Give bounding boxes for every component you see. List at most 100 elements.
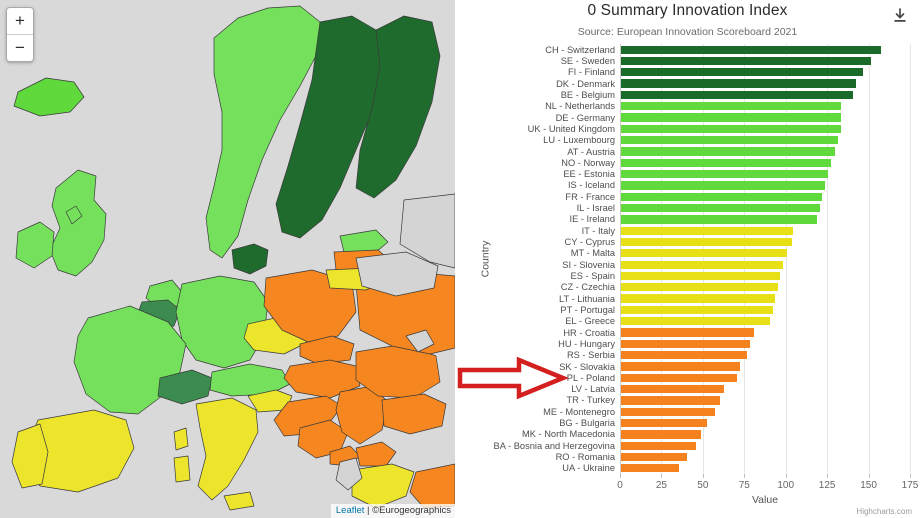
x-tick-label: 75: [738, 480, 750, 491]
bar[interactable]: [621, 384, 724, 394]
category-label: BA - Bosnia and Herzegovina: [493, 440, 615, 451]
x-tick-label: 125: [818, 480, 836, 491]
bar[interactable]: [621, 113, 842, 122]
bar[interactable]: [621, 249, 787, 258]
bar[interactable]: [621, 430, 701, 439]
category-label: RS - Serbia: [566, 350, 615, 361]
x-axis-title: Value: [751, 494, 779, 506]
x-axis-tick: [868, 474, 870, 478]
bar[interactable]: [621, 294, 776, 303]
category-label: CY - Cyprus: [564, 237, 615, 248]
category-label: MT - Malta: [570, 248, 615, 259]
bar[interactable]: [621, 147, 835, 156]
attribution-separator: |: [364, 505, 373, 516]
category-label: MK - North Macedonia: [521, 429, 615, 440]
category-label: LT - Lithuania: [559, 293, 615, 304]
download-icon: [894, 8, 906, 22]
map-panel[interactable]: + − Leaflet | ©Eurogeographics: [0, 0, 455, 518]
map-zoom-control[interactable]: + −: [6, 7, 34, 62]
bar[interactable]: [621, 464, 679, 473]
bar[interactable]: [621, 339, 751, 348]
gridline: [868, 44, 870, 474]
zoom-out-button[interactable]: −: [7, 35, 33, 61]
bar[interactable]: [621, 407, 716, 416]
bar[interactable]: [621, 260, 784, 269]
x-axis-tick: [702, 474, 704, 478]
bar[interactable]: [621, 317, 771, 326]
bar[interactable]: [621, 452, 688, 462]
gridline: [910, 44, 911, 474]
bar[interactable]: [621, 79, 857, 88]
export-menu-button[interactable]: [888, 4, 912, 28]
bar[interactable]: [621, 181, 825, 190]
chart-panel: 0 Summary Innovation Index Source: Europ…: [455, 0, 920, 518]
bar[interactable]: [621, 158, 832, 167]
bar[interactable]: [621, 328, 754, 337]
category-label: SE - Sweden: [560, 55, 615, 66]
bar[interactable]: [621, 56, 872, 66]
category-label: NO - Norway: [561, 157, 615, 168]
plot-area: 0 25 50 75 100 125 150 175: [617, 44, 918, 491]
bar[interactable]: [621, 215, 817, 224]
bar[interactable]: [621, 68, 863, 77]
category-label: FR - France: [565, 191, 615, 202]
bar[interactable]: [621, 283, 779, 292]
bar[interactable]: [621, 237, 792, 247]
category-label: NL - Netherlands: [545, 101, 615, 112]
europe-choropleth-map[interactable]: [0, 0, 455, 518]
category-label: PL - Poland: [566, 372, 615, 383]
category-label: HR - Croatia: [563, 327, 615, 338]
category-labels: CH - Switzerland SE - Sweden FI - Finland D…: [477, 44, 617, 474]
bar[interactable]: [621, 396, 721, 405]
highcharts-credits[interactable]: Highcharts.com: [856, 507, 912, 516]
x-axis-tick: [661, 474, 663, 478]
x-tick-label: 175: [901, 480, 919, 491]
island-corsica: [173, 427, 189, 451]
bar[interactable]: [621, 203, 820, 213]
category-label: LV - Latvia: [571, 384, 615, 395]
category-label: IL - Israel: [576, 203, 615, 214]
bar[interactable]: [621, 192, 822, 201]
category-label: FI - Finland: [567, 67, 615, 78]
x-axis-tick: [910, 474, 911, 478]
plot-wrapper: Country CH - Switzerland SE - Sweden FI - …: [455, 44, 920, 491]
category-label: SI - Slovenia: [562, 259, 615, 270]
island-sardinia: [173, 455, 191, 483]
bar[interactable]: [621, 136, 839, 145]
bar[interactable]: [621, 102, 842, 111]
bar[interactable]: [621, 271, 781, 281]
bar[interactable]: [621, 90, 853, 100]
category-label: DK - Denmark: [556, 78, 615, 89]
bar[interactable]: [621, 373, 737, 382]
attribution-source: ©Eurogeographics: [372, 505, 451, 516]
category-label: BG - Bulgaria: [559, 418, 615, 429]
category-label: IT - Italy: [581, 225, 615, 236]
bar[interactable]: [621, 305, 774, 315]
bar[interactable]: [621, 441, 696, 450]
category-label: AT - Austria: [567, 146, 615, 157]
category-label: LU - Luxembourg: [543, 135, 615, 146]
category-label: IE - Ireland: [569, 214, 615, 225]
bar[interactable]: [621, 351, 747, 360]
bar[interactable]: [621, 362, 741, 371]
category-label: IS - Iceland: [567, 180, 615, 191]
category-label: HU - Hungary: [558, 338, 615, 349]
bar[interactable]: [621, 169, 829, 179]
leaflet-link[interactable]: Leaflet: [336, 505, 365, 516]
x-tick-label: 100: [777, 480, 795, 491]
zoom-in-button[interactable]: +: [7, 8, 33, 35]
bar[interactable]: [621, 45, 882, 54]
bar[interactable]: [621, 124, 842, 133]
x-axis-tick: [785, 474, 787, 478]
x-axis-tick: [744, 474, 746, 478]
bar[interactable]: [621, 418, 708, 428]
category-label: ME - Montenegro: [543, 406, 615, 417]
category-label: UA - Ukraine: [562, 463, 615, 474]
category-label: TR - Turkey: [566, 395, 615, 406]
bar[interactable]: [621, 226, 794, 235]
category-label: UK - United Kingdom: [527, 123, 615, 134]
x-tick-label: 0: [617, 480, 623, 491]
category-label: PT - Portugal: [560, 304, 615, 315]
category-label: BE - Belgium: [560, 89, 615, 100]
category-label: SK - Slovakia: [559, 361, 615, 372]
